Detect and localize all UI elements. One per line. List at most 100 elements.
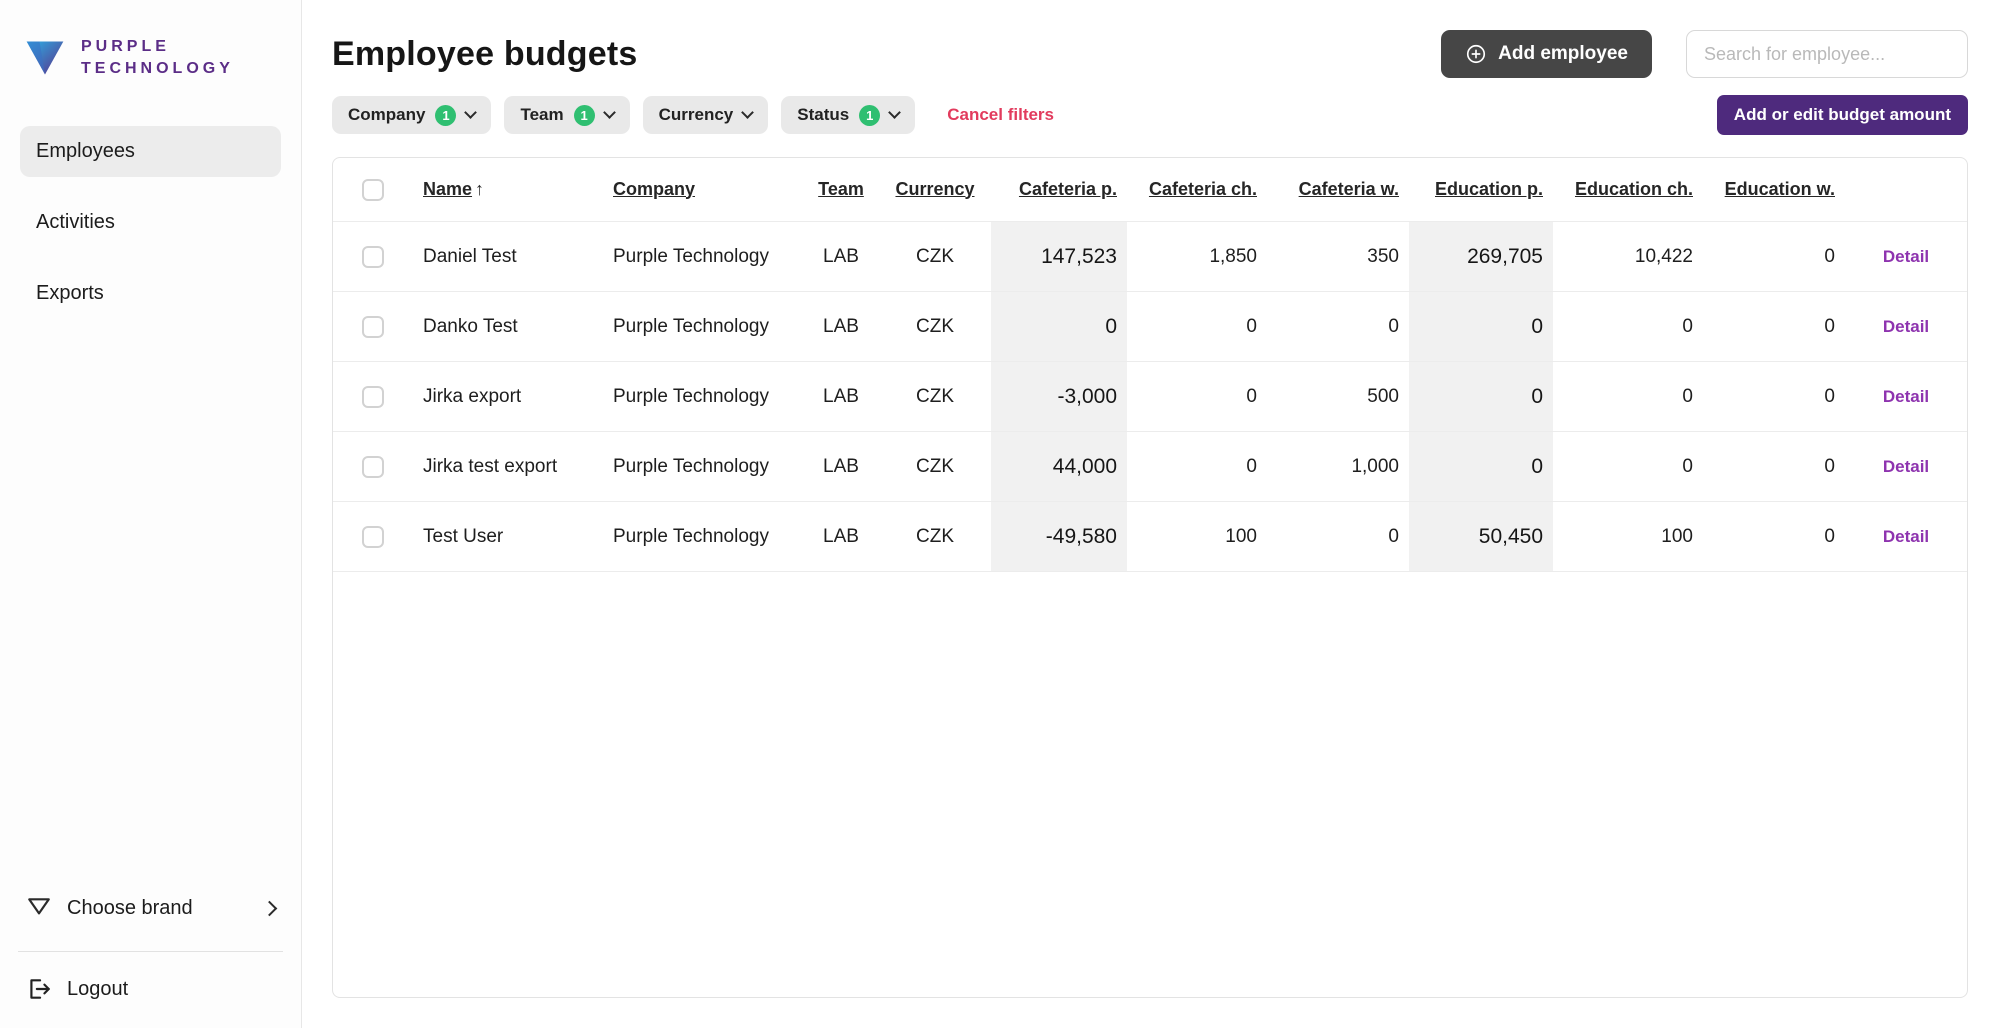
row-checkbox-cell	[333, 245, 413, 268]
cell-education-ch: 100	[1661, 525, 1693, 547]
column-header-company-label: Company	[613, 178, 696, 199]
column-header-education-p[interactable]: Education p.	[1409, 179, 1553, 201]
brand-triangle-icon	[26, 41, 64, 75]
brand-filter-icon	[28, 898, 50, 915]
table-row: Test User Purple Technology LAB CZK -49,…	[333, 502, 1967, 572]
filter-team-count-badge: 1	[573, 104, 595, 126]
cell-team: LAB	[823, 245, 859, 267]
column-header-name-label: Name	[423, 179, 473, 199]
row-checkbox[interactable]	[362, 455, 384, 478]
row-checkbox[interactable]	[362, 245, 384, 268]
filter-currency[interactable]: Currency	[642, 96, 769, 134]
row-checkbox-cell	[333, 525, 413, 548]
logout-icon	[30, 979, 50, 999]
add-employee-label: Add employee	[1498, 43, 1628, 64]
column-header-education-w[interactable]: Education w.	[1703, 179, 1845, 201]
brand-name: PURPLE TECHNOLOGY	[81, 36, 234, 79]
filter-company-label: Company	[348, 105, 426, 124]
header-row: Employee budgets Add employee	[332, 30, 1968, 78]
table-row: Jirka test export Purple Technology LAB …	[333, 432, 1967, 502]
detail-link[interactable]: Detail	[1845, 387, 1967, 407]
cell-company: Purple Technology	[613, 315, 769, 337]
cell-cafeteria-p: 44,000	[991, 432, 1127, 501]
cell-company: Purple Technology	[613, 245, 769, 267]
sidebar-divider	[18, 951, 283, 952]
select-all-checkbox[interactable]	[362, 178, 384, 201]
detail-link[interactable]: Detail	[1845, 247, 1967, 267]
cell-cafeteria-ch: 0	[1246, 315, 1257, 337]
column-header-cafeteria-ch-label: Cafeteria ch.	[1148, 178, 1257, 199]
table-row: Danko Test Purple Technology LAB CZK 0 0…	[333, 292, 1967, 362]
row-checkbox[interactable]	[362, 525, 384, 548]
detail-link[interactable]: Detail	[1845, 457, 1967, 477]
brand-logo: PURPLE TECHNOLOGY	[0, 36, 301, 80]
filter-currency-label: Currency	[658, 105, 734, 124]
column-header-cafeteria-ch[interactable]: Cafeteria ch.	[1127, 179, 1267, 201]
employee-table: Name ↑ Company Team Currency Cafeteria p…	[332, 157, 1968, 998]
cell-currency: CZK	[916, 455, 954, 477]
cell-cafeteria-w: 500	[1367, 385, 1399, 407]
filter-team[interactable]: Team 1	[504, 96, 630, 134]
add-employee-button[interactable]: Add employee	[1441, 30, 1652, 78]
sidebar-nav: Employees Activities Exports	[0, 126, 301, 319]
cell-name: Jirka test export	[423, 455, 558, 477]
chevron-down-icon	[464, 106, 478, 119]
cell-education-p: 0	[1409, 432, 1553, 501]
column-header-cafeteria-p[interactable]: Cafeteria p.	[991, 179, 1127, 201]
chevron-down-icon	[888, 106, 902, 119]
detail-link[interactable]: Detail	[1845, 527, 1967, 547]
row-checkbox-cell	[333, 455, 413, 478]
cell-cafeteria-w: 1,000	[1351, 455, 1399, 477]
column-header-cafeteria-p-label: Cafeteria p.	[1018, 178, 1117, 199]
brand-line2: TECHNOLOGY	[81, 60, 234, 77]
column-header-company[interactable]: Company	[603, 179, 803, 201]
filter-company[interactable]: Company 1	[332, 96, 492, 134]
cell-name: Jirka export	[423, 385, 522, 407]
column-header-team[interactable]: Team	[803, 179, 879, 201]
logout-label: Logout	[67, 977, 129, 1000]
sidebar-item-activities[interactable]: Activities	[20, 197, 281, 248]
detail-link[interactable]: Detail	[1845, 317, 1967, 337]
cell-currency: CZK	[916, 315, 954, 337]
column-header-education-w-label: Education w.	[1724, 178, 1835, 199]
column-header-education-p-label: Education p.	[1435, 178, 1543, 199]
column-header-education-ch[interactable]: Education ch.	[1553, 179, 1703, 201]
cell-cafeteria-p: -3,000	[991, 362, 1127, 431]
cell-currency: CZK	[916, 525, 954, 547]
search-input[interactable]	[1686, 30, 1968, 78]
cell-cafeteria-ch: 0	[1246, 455, 1257, 477]
cell-company: Purple Technology	[613, 455, 769, 477]
column-header-currency[interactable]: Currency	[879, 179, 991, 201]
row-checkbox[interactable]	[362, 315, 384, 338]
sidebar-bottom: Choose brand Logout	[0, 883, 301, 1004]
cell-team: LAB	[823, 315, 859, 337]
cell-cafeteria-w: 350	[1367, 245, 1399, 267]
header-checkbox-cell	[333, 178, 413, 201]
cancel-filters-link[interactable]: Cancel filters	[947, 105, 1054, 125]
add-edit-budget-button[interactable]: Add or edit budget amount	[1716, 95, 1968, 135]
column-header-team-label: Team	[818, 178, 864, 199]
cell-cafeteria-p: 0	[991, 292, 1127, 361]
column-header-cafeteria-w[interactable]: Cafeteria w.	[1267, 179, 1409, 201]
plus-circle-icon	[1467, 44, 1486, 64]
logout-button[interactable]: Logout	[0, 970, 301, 1004]
sidebar-item-employees[interactable]: Employees	[20, 126, 281, 177]
cell-education-p: 0	[1409, 292, 1553, 361]
column-header-name[interactable]: Name ↑	[413, 179, 603, 200]
cell-education-p: 0	[1409, 362, 1553, 431]
cell-team: LAB	[823, 525, 859, 547]
sidebar-item-exports[interactable]: Exports	[20, 268, 281, 319]
cell-education-ch: 10,422	[1634, 245, 1693, 267]
filter-status[interactable]: Status 1	[781, 96, 916, 134]
cell-education-ch: 0	[1682, 455, 1693, 477]
cell-cafeteria-w: 0	[1388, 525, 1399, 547]
column-header-cafeteria-w-label: Cafeteria w.	[1298, 178, 1399, 199]
filter-team-label: Team	[520, 105, 564, 124]
cell-team: LAB	[823, 455, 859, 477]
cell-currency: CZK	[916, 245, 954, 267]
choose-brand-button[interactable]: Choose brand	[0, 883, 301, 933]
cell-currency: CZK	[916, 385, 954, 407]
row-checkbox[interactable]	[362, 385, 384, 408]
cell-education-p: 269,705	[1409, 222, 1553, 291]
cell-education-w: 0	[1824, 315, 1835, 337]
